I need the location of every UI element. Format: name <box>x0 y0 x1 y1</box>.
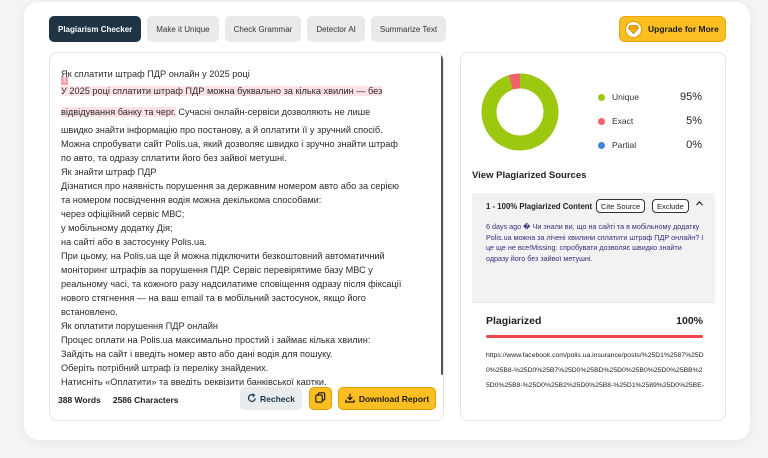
editor-line-rest: Сучасні онлайн-сервіси дозволяють не лиш… <box>175 107 371 117</box>
editor-line: швидко знайти інформацію про постанову, … <box>61 125 383 135</box>
source-heading[interactable]: 1 - 100% Plagiarized Content <box>486 202 592 211</box>
plagiarized-section: Plagiarized 100% https://www.facebook.co… <box>472 302 715 407</box>
copy-icon <box>315 390 326 408</box>
tab-check-grammar[interactable]: Check Grammar <box>224 16 302 42</box>
tab-plagiarism-checker[interactable]: Plagiarism Checker <box>49 16 142 42</box>
plagiarized-label: Plagiarized <box>486 315 542 327</box>
upgrade-label: Upgrade for More <box>648 24 719 34</box>
editor-line: Як сплатити штраф ПДР онлайн у 2025 році <box>61 69 250 79</box>
editor-line: та номером посвідчення водія можна декіл… <box>61 195 322 205</box>
upgrade-button[interactable]: Upgrade for More <box>619 16 726 42</box>
chevron-up-icon[interactable] <box>695 199 704 210</box>
legend-exact: Exact 5% <box>598 109 702 133</box>
cite-source-button[interactable]: Cite Source <box>596 199 646 213</box>
tab-make-it-unique[interactable]: Make it Unique <box>147 16 219 42</box>
editor-line: нового стягнення — на ваш email та в моб… <box>61 293 366 303</box>
text-editor[interactable]: 1 Як сплатити штраф ПДР онлайн у 2025 ро… <box>49 52 444 421</box>
editor-line: по авто, та одразу сплатити його без зай… <box>61 153 287 163</box>
editor-line: У 2025 році сплатити штраф ПДР можна бук… <box>61 81 433 102</box>
download-report-button[interactable]: Download Report <box>338 387 436 410</box>
download-label: Download Report <box>358 393 430 404</box>
editor-line: моніторинг штрафів за порушення ПДР. Сер… <box>61 265 373 275</box>
donut-slice-unique <box>481 73 559 151</box>
editor-line: Дізнатися про наявність порушення за дер… <box>61 181 400 191</box>
sketch-diamond-icon <box>625 20 642 38</box>
match-marker: 1 <box>61 77 69 85</box>
source-snippet: 6 days ago � Чи знали ви, що на сайті та… <box>486 222 704 263</box>
legend-unique-value: 95% <box>679 91 702 103</box>
legend-exact-label: Exact <box>612 116 634 126</box>
tool-tabs: Plagiarism Checker Make it Unique Check … <box>49 16 447 42</box>
recheck-button[interactable]: Recheck <box>240 387 302 410</box>
editor-line: відвідування банку та черг. Сучасні онла… <box>61 102 433 123</box>
source-card: 1 - 100% Plagiarized Content Cite Source… <box>472 193 715 407</box>
editor-line: встановлено. <box>61 307 118 317</box>
exact-dot-icon <box>598 117 605 125</box>
source-url[interactable]: https://www.facebook.com/polis.ua.insura… <box>486 348 706 393</box>
editor-line: Як знайти штраф ПДР <box>61 167 157 177</box>
plagiarized-highlight[interactable]: У 2025 році сплатити штраф ПДР можна бук… <box>61 86 383 96</box>
legend-unique-label: Unique <box>612 92 639 102</box>
copy-button[interactable] <box>309 387 332 410</box>
legend-unique: Unique 95% <box>598 85 702 109</box>
word-count: 388 Words <box>58 395 101 405</box>
editor-line: у мобільному додатку Дія; <box>61 223 173 233</box>
plagiarized-value: 100% <box>676 315 703 327</box>
editor-line: через офіційний сервіс МВС; <box>61 209 185 219</box>
editor-line: реальному часі, та кожного разу надсилат… <box>61 279 402 289</box>
editor-scrollbar[interactable] <box>441 55 443 375</box>
unique-dot-icon <box>598 93 605 101</box>
editor-line: Оберіть потрібний штраф із переліку знай… <box>61 363 269 373</box>
legend-partial: Partial 0% <box>598 133 702 157</box>
editor-line: на сайті або в застосунку Polis.ua. <box>61 237 207 247</box>
tab-summarize-text[interactable]: Summarize Text <box>370 16 447 42</box>
result-legend: Unique 95% Exact 5% Partial 0% <box>598 85 702 157</box>
exclude-button[interactable]: Exclude <box>652 199 689 213</box>
results-panel: Unique 95% Exact 5% Partial 0% View Plag… <box>460 52 726 421</box>
refresh-icon <box>247 392 257 405</box>
legend-partial-label: Partial <box>612 140 637 150</box>
editor-line: Зайдіть на сайт і введіть номер авто або… <box>61 349 333 359</box>
sources-title: View Plagiarized Sources <box>472 170 587 181</box>
legend-exact-value: 5% <box>686 115 702 127</box>
editor-line: Можна спробувати сайт Polis.ua, який доз… <box>61 139 398 149</box>
recheck-label: Recheck <box>260 393 295 404</box>
editor-line: Як оплатити порушення ПДР онлайн <box>61 321 218 331</box>
plagiarized-highlight[interactable]: відвідування банку та черг. <box>61 107 176 117</box>
character-count: 2586 Characters <box>112 395 179 405</box>
legend-partial-value: 0% <box>686 139 702 151</box>
editor-line: Процес оплати на Polis.ua максимально пр… <box>61 335 371 345</box>
download-icon <box>345 393 355 405</box>
plagiarized-bar <box>486 335 703 338</box>
partial-dot-icon <box>598 141 605 149</box>
uniqueness-donut-chart <box>481 73 559 151</box>
editor-line: При цьому, на Polis.ua ще й можна підклю… <box>61 251 385 261</box>
tab-detector-ai[interactable]: Detector AI <box>307 16 365 42</box>
editor-footer: 388 Words 2586 Characters Recheck Downlo… <box>50 380 443 420</box>
editor-text[interactable]: 1 Як сплатити штраф ПДР онлайн у 2025 ро… <box>61 67 433 385</box>
